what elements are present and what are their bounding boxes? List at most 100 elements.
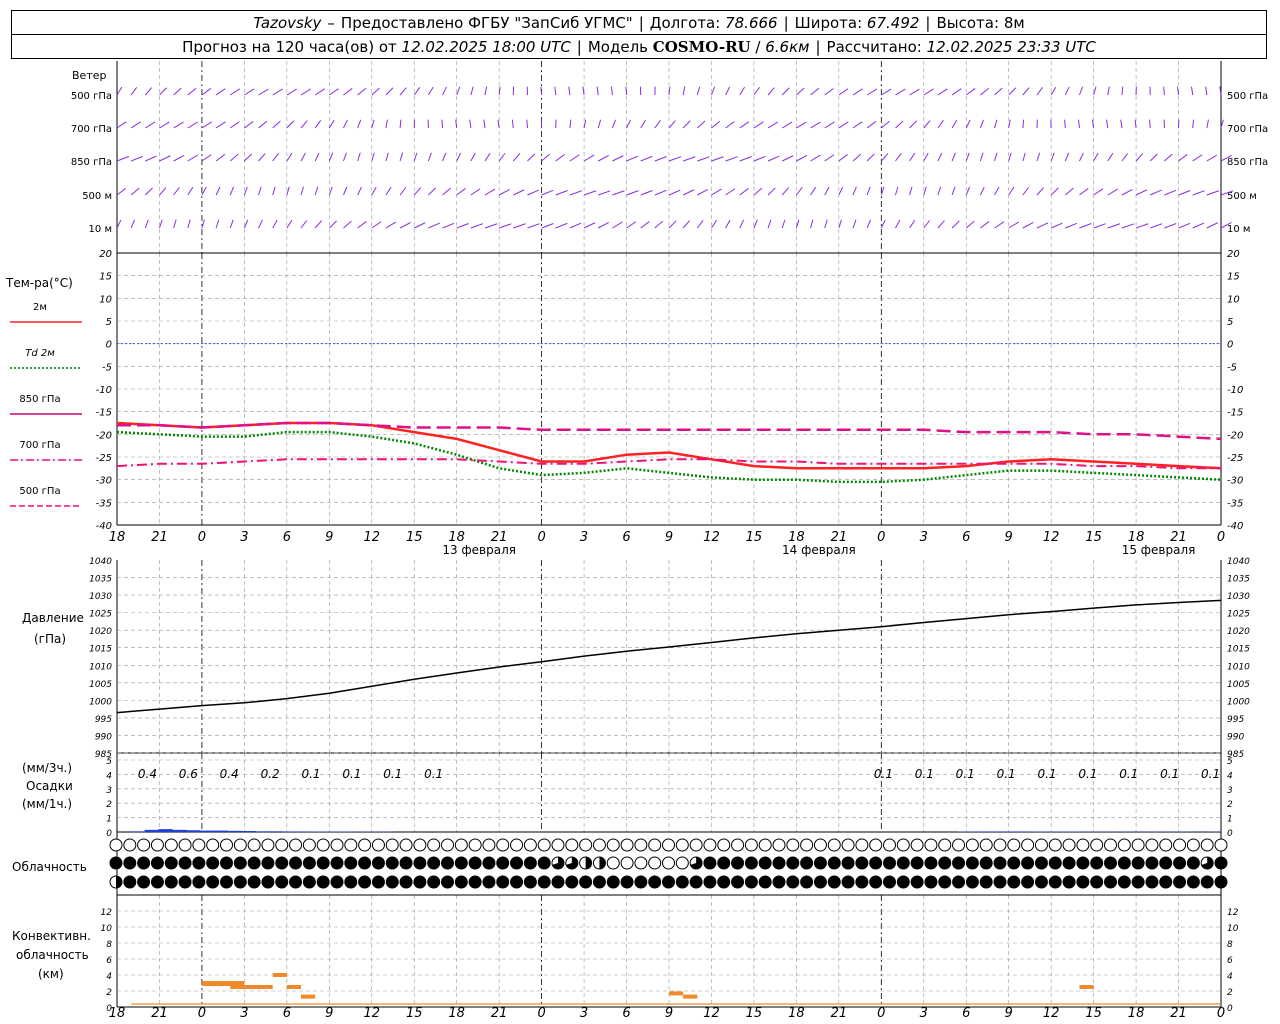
- cloud-cover-symbol: [786, 875, 800, 889]
- wind-barb: [1064, 187, 1074, 196]
- wind-barb: [739, 86, 745, 96]
- wind-barb: [144, 187, 153, 196]
- cloud-cover-symbol: [178, 838, 192, 852]
- cloud-cover-symbol: [220, 838, 233, 852]
- wind-barb: [314, 186, 319, 196]
- wind-barb: [852, 186, 857, 196]
- cloud-cover-symbol: [800, 856, 814, 870]
- cloud-cover-symbol: [592, 838, 606, 852]
- cloud-cover-symbol: [399, 856, 413, 870]
- wind-barb: [640, 221, 650, 229]
- cloud-cover-symbol: [1048, 838, 1062, 852]
- wind-barb: [725, 219, 731, 229]
- cloud-cover-symbol: [1117, 856, 1131, 870]
- cloud-cover-symbol: [827, 856, 841, 870]
- wind-barb: [357, 152, 361, 162]
- cloud-cover-symbol: [896, 875, 910, 889]
- cloud-cover-symbol: [523, 875, 537, 889]
- cloud-cover-symbol: [606, 838, 620, 852]
- wind-barb: [909, 186, 913, 196]
- temperature-tick-label: -35: [96, 498, 112, 509]
- precip-bar: [186, 830, 201, 832]
- wind-barb: [343, 220, 352, 229]
- wind-barb: [399, 87, 407, 96]
- legend-label: 700 гПа: [19, 440, 60, 451]
- wind-barb: [1064, 86, 1070, 96]
- wind-barb: [668, 120, 676, 129]
- wind-barb: [739, 156, 752, 162]
- precip-bar: [130, 831, 146, 832]
- cloud-cover-symbol: [496, 838, 510, 852]
- cloud-cover-symbol: [813, 838, 827, 852]
- cloud-cover-symbol: [813, 856, 827, 870]
- wind-barb: [286, 152, 293, 162]
- precip-3h-label: 0.1: [342, 767, 361, 781]
- wind-barb: [229, 121, 240, 129]
- hour-tick-label: 6: [283, 1006, 291, 1021]
- cloud-cover-symbol: [261, 856, 275, 870]
- wind-barb: [866, 121, 877, 129]
- cloud-cover-symbol: [993, 856, 1007, 870]
- cloud-cover-symbol: [510, 838, 524, 852]
- wind-barb: [258, 88, 269, 96]
- wind-barb: [583, 154, 595, 162]
- wind-barb: [1008, 87, 1017, 96]
- wind-barb: [1177, 86, 1180, 96]
- hour-tick-label: 3: [580, 1006, 588, 1021]
- cloud-cover-symbol: [1076, 875, 1090, 889]
- wind-barb: [1064, 152, 1070, 162]
- wind-barb: [569, 190, 583, 196]
- cloud-cover-symbol: [1007, 838, 1021, 852]
- wind-barb: [187, 186, 194, 196]
- cloud-cover-symbol: [1021, 875, 1035, 889]
- convective-tick-label: 10: [1227, 924, 1239, 934]
- convective-tick-label: 4: [106, 972, 112, 982]
- wind-barb: [1192, 154, 1203, 162]
- wind-barb: [328, 220, 337, 229]
- convective-bar: [286, 985, 301, 989]
- wind-barb: [385, 221, 397, 229]
- cloud-cover-symbol: [965, 838, 979, 852]
- precip-bar: [255, 831, 270, 832]
- cloud-cover-symbol: [537, 838, 551, 852]
- wind-barb: [980, 221, 990, 229]
- wind-level-label: 850 гПа: [71, 157, 112, 168]
- wind-barb: [1164, 189, 1177, 196]
- pressure-tick-label: 995: [95, 715, 112, 725]
- wind-barb: [314, 120, 322, 129]
- cloud-cover-symbol: [523, 838, 537, 852]
- wind-barb: [711, 188, 722, 196]
- cloud-cover-symbol: [344, 838, 358, 852]
- wind-barb: [1050, 86, 1057, 96]
- wind-barb: [583, 222, 596, 229]
- convective-tick-label: 2: [1227, 988, 1233, 998]
- wind-barb: [328, 186, 333, 196]
- wind-barb: [937, 186, 942, 196]
- wind-barb: [1093, 152, 1099, 162]
- wind-barb: [286, 186, 290, 196]
- wind-barb: [640, 190, 653, 196]
- precip-tick-label: 5: [1227, 757, 1233, 767]
- legend-label: Td 2м: [25, 348, 55, 359]
- cloud-cover-symbol: [1214, 875, 1228, 889]
- wind-barb: [116, 86, 123, 96]
- wind-barb: [696, 220, 704, 229]
- cloud-cover-symbol: [316, 875, 330, 889]
- hour-tick-label: 21: [151, 1006, 168, 1021]
- cloud-cover-symbol: [220, 875, 233, 889]
- cloud-cover-symbol: [551, 838, 565, 852]
- temperature-tick-label: -5: [102, 362, 112, 373]
- precip-3h-label: 0.1: [383, 767, 402, 781]
- wind-barb: [484, 223, 498, 229]
- cloud-cover-fill: [585, 857, 592, 869]
- wind-barb: [810, 186, 817, 196]
- wind-barb: [1022, 152, 1026, 162]
- cloud-cover-symbol: [565, 838, 579, 852]
- wind-level-label: 500 гПа: [71, 91, 112, 102]
- wind-barb: [1022, 119, 1025, 129]
- wind-barb: [555, 154, 565, 162]
- cloud-cover-symbol: [220, 856, 233, 870]
- wind-barb: [668, 189, 681, 196]
- cloud-cover-symbol: [910, 875, 924, 889]
- wind-level-label: 500 м: [1227, 191, 1257, 202]
